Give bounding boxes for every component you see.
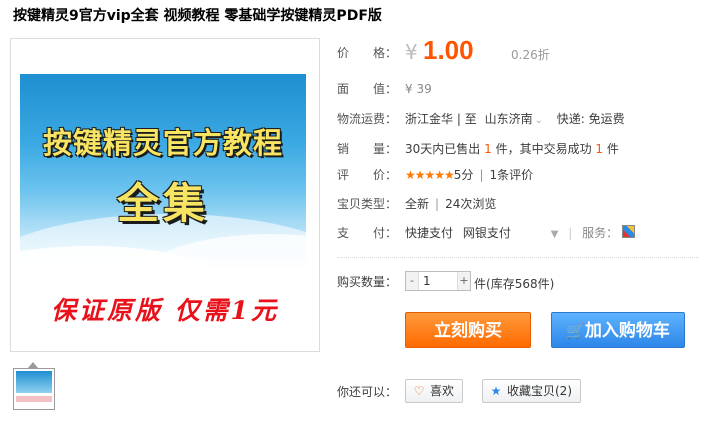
banner-title-text: 按键精灵官方教程 — [42, 126, 283, 160]
promo-text: 保证原版 仅需1元 — [50, 296, 280, 325]
item-type-sep: | — [435, 197, 440, 211]
item-type-row: 宝贝类型： 全新 | 24次浏览 — [337, 195, 496, 212]
ship-destination-select[interactable]: 山东济南 ⌄ — [485, 112, 543, 126]
sales-mid: 件，其中交易成功 — [495, 142, 592, 156]
shipping-fee: 快递: 免运费 — [556, 112, 625, 126]
chevron-down-icon: ⌄ — [534, 115, 543, 126]
face-value: ¥ 39 — [405, 82, 432, 96]
view-count: 24次浏览 — [445, 197, 497, 211]
quantity-input[interactable] — [419, 272, 457, 290]
main-product-image[interactable]: 按键精灵官方教程 全集 保证原版 仅需1元 — [10, 38, 320, 352]
actions-label: 你还可以： — [337, 385, 398, 399]
rating-stars-icon: ★★★★★ — [405, 168, 455, 182]
price-value: 1.00 — [423, 35, 474, 65]
discount-text: 0.26折 — [511, 48, 550, 62]
price-label: 价 格： — [337, 46, 398, 60]
sales-count: 1 — [484, 142, 492, 156]
shipping-row: 物流运费： 浙江金华 | 至 山东济南 ⌄ 快递: 免运费 — [337, 110, 625, 127]
add-to-cart-button[interactable]: 🛒加入购物车 — [551, 312, 685, 348]
ship-to-label: 至 — [464, 112, 477, 126]
star-icon: ★ — [490, 384, 502, 398]
rating-sep: | — [479, 168, 484, 182]
quantity-minus-button[interactable]: - — [406, 272, 419, 290]
face-value-label: 面 值： — [337, 82, 398, 96]
face-value-row: 面 值： ¥ 39 — [337, 80, 432, 97]
payment-row: 支 付： 快捷支付 网银支付 ▼ | 服务： — [337, 224, 635, 241]
payment-label: 支 付： — [337, 226, 398, 240]
quantity-plus-button[interactable]: + — [457, 272, 470, 290]
stock-count: (库存568件) — [486, 277, 555, 291]
rating-score: 5分 — [453, 168, 474, 182]
quantity-stepper: - + — [405, 271, 471, 291]
like-button[interactable]: ♡ 喜欢 — [405, 379, 464, 403]
payment-more-chevron-icon[interactable]: ▼ — [551, 229, 559, 240]
divider — [337, 257, 699, 258]
rating-row: 评 价： ★★★★★5分 | 1条评价 — [337, 166, 533, 183]
sales-success-count: 1 — [595, 142, 604, 156]
quantity-label: 购买数量： — [337, 275, 398, 289]
like-label: 喜欢 — [430, 384, 455, 398]
ship-from: 浙江金华 — [405, 112, 454, 126]
rating-label: 评 价： — [337, 168, 398, 182]
add-to-cart-label: 加入购物车 — [584, 321, 670, 341]
sales-row: 销 量： 30天内已售出 1 件，其中交易成功 1 件 — [337, 140, 619, 157]
sales-label: 销 量： — [337, 142, 398, 156]
favorite-button[interactable]: ★ 收藏宝贝(2) — [482, 379, 581, 403]
shipping-label: 物流运费： — [337, 112, 398, 126]
ship-sep: | — [456, 112, 461, 126]
service-label: 服务： — [582, 226, 619, 240]
thumbnail-image[interactable] — [13, 368, 55, 410]
sales-suffix: 件 — [606, 142, 619, 156]
buy-now-button[interactable]: 立刻购买 — [405, 312, 531, 348]
stock-info: 件(库存568件) — [474, 275, 554, 292]
favorite-label: 收藏宝贝(2) — [507, 384, 572, 398]
price-currency: ¥ — [405, 40, 418, 64]
item-type-label: 宝贝类型： — [337, 197, 398, 211]
cart-icon: 🛒 — [566, 322, 585, 340]
quantity-unit: 件 — [474, 277, 487, 291]
item-condition: 全新 — [405, 197, 430, 211]
service-badge-icon[interactable] — [621, 225, 635, 238]
reviews-link[interactable]: 1条评价 — [489, 168, 533, 182]
sales-prefix: 30天内已售出 — [405, 142, 481, 156]
banner-subtitle-text: 全集 — [116, 179, 209, 228]
payment-method-bank: 网银支付 — [462, 226, 511, 240]
heart-icon: ♡ — [413, 384, 425, 398]
product-title: 按键精灵9官方vip全套 视频教程 零基础学按键精灵PDF版 — [13, 8, 382, 24]
payment-method-quick: 快捷支付 — [405, 226, 454, 240]
product-banner: 按键精灵官方教程 全集 — [20, 74, 306, 268]
